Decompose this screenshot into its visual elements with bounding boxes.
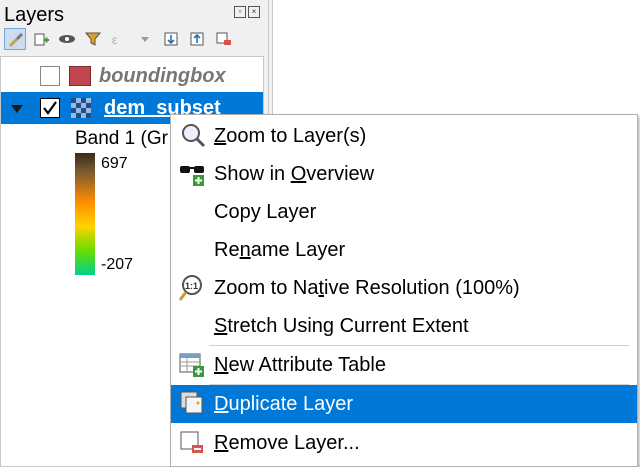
layer-checkbox-boundingbox[interactable] bbox=[40, 66, 60, 86]
menu-item-zoom-native[interactable]: 1:1 Zoom to Native Resolution (100%) bbox=[171, 269, 637, 307]
legend-max-value: 697 bbox=[101, 155, 128, 172]
layer-name-boundingbox: boundingbox bbox=[99, 65, 226, 87]
layer-row-boundingbox[interactable]: boundingbox bbox=[1, 60, 263, 92]
menu-item-label: Duplicate Layer bbox=[214, 392, 353, 415]
dropdown-icon[interactable] bbox=[134, 28, 156, 50]
menu-item-duplicate-layer[interactable]: Duplicate Layer bbox=[171, 385, 637, 423]
menu-item-label: Rename Layer bbox=[214, 238, 346, 261]
menu-item-copy-layer[interactable]: Copy Layer bbox=[171, 193, 637, 231]
overview-glasses-icon bbox=[179, 160, 207, 188]
menu-item-remove-layer[interactable]: Remove Layer... bbox=[171, 424, 637, 462]
collapse-arrow-icon[interactable] bbox=[10, 102, 24, 120]
svg-text:ε: ε bbox=[112, 33, 118, 47]
menu-item-label: Remove Layer... bbox=[214, 431, 360, 454]
svg-text:1:1: 1:1 bbox=[185, 281, 198, 291]
menu-item-new-attribute-table[interactable]: New Attribute Table bbox=[171, 346, 637, 384]
menu-item-label: New Attribute Table bbox=[214, 353, 386, 376]
legend-band-label: Band 1 (Gr bbox=[75, 128, 168, 149]
add-group-icon[interactable] bbox=[30, 28, 52, 50]
menu-item-label: Copy Layer bbox=[214, 200, 317, 223]
open-layer-styling-icon[interactable] bbox=[4, 28, 26, 50]
expand-all-icon[interactable] bbox=[160, 28, 182, 50]
menu-item-label: Stretch Using Current Extent bbox=[214, 314, 469, 337]
manage-visibility-icon[interactable] bbox=[56, 28, 78, 50]
raster-layer-icon bbox=[71, 98, 91, 123]
duplicate-layer-icon bbox=[179, 390, 207, 418]
legend-color-ramp bbox=[75, 153, 95, 275]
attribute-table-icon bbox=[179, 351, 207, 379]
layer-checkbox-dem-subset[interactable] bbox=[40, 98, 60, 118]
zoom-layer-icon bbox=[179, 122, 207, 150]
menu-item-label: Zoom to Layer(s) bbox=[214, 124, 367, 147]
menu-item-rename-layer[interactable]: Rename Layer bbox=[171, 231, 637, 269]
menu-item-zoom-to-layer[interactable]: Zoom to Layer(s) bbox=[171, 117, 637, 155]
panel-title: Layers bbox=[4, 4, 65, 26]
menu-item-stretch[interactable]: Stretch Using Current Extent bbox=[171, 307, 637, 345]
close-icon[interactable]: × bbox=[248, 6, 260, 18]
context-menu: Zoom to Layer(s) Show in Overview Copy L… bbox=[170, 114, 638, 467]
menu-item-label: Show in Overview bbox=[214, 162, 375, 185]
panel-controls: ▫ × bbox=[234, 6, 260, 18]
filter-legend-icon[interactable] bbox=[82, 28, 104, 50]
menu-item-label: Zoom to Native Resolution (100%) bbox=[214, 276, 520, 299]
remove-layer-icon bbox=[179, 429, 207, 457]
filter-expression-icon[interactable]: ε bbox=[108, 28, 130, 50]
menu-item-show-in-overview[interactable]: Show in Overview bbox=[171, 155, 637, 193]
legend-min-value: -207 bbox=[101, 256, 134, 273]
layer-swatch bbox=[69, 66, 91, 86]
float-icon[interactable]: ▫ bbox=[234, 6, 246, 18]
collapse-all-icon[interactable] bbox=[186, 28, 208, 50]
remove-layer-icon[interactable] bbox=[212, 28, 234, 50]
layers-toolbar: ε bbox=[4, 26, 264, 52]
zoom-native-icon: 1:1 bbox=[178, 274, 207, 302]
